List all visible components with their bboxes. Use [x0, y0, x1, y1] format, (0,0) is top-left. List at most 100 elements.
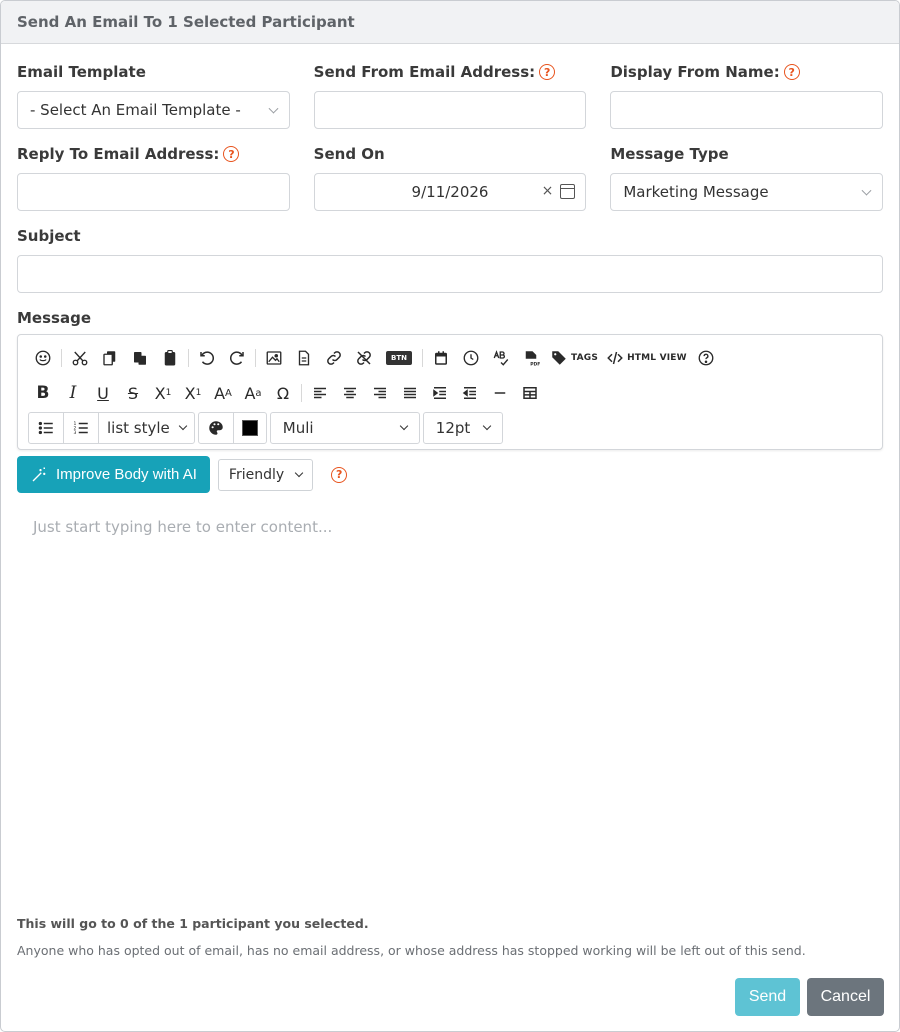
clock-icon[interactable]	[456, 343, 486, 373]
form-row-1: Email Template - Select An Email Templat…	[17, 63, 884, 129]
image-icon[interactable]	[259, 343, 289, 373]
text-color-swatch[interactable]	[234, 413, 266, 443]
toolbar-divider	[255, 349, 256, 367]
tone-select[interactable]: Friendly	[217, 458, 314, 491]
undo-icon[interactable]	[192, 343, 222, 373]
cut-icon[interactable]	[65, 343, 95, 373]
chevron-down-icon	[178, 421, 188, 431]
opt-out-note: Anyone who has opted out of email, has n…	[17, 943, 806, 958]
help-circle-icon[interactable]	[691, 343, 721, 373]
reply-to-label: Reply To Email Address:?	[17, 145, 290, 163]
clear-format-icon[interactable]: Aa	[238, 378, 268, 408]
toolbar-divider	[422, 349, 423, 367]
subject-input[interactable]	[17, 255, 883, 293]
pdf-icon[interactable]: PDF	[516, 343, 546, 373]
superscript-icon[interactable]: X1	[148, 378, 178, 408]
help-icon[interactable]: ?	[331, 466, 348, 483]
font-size-icon[interactable]: AA	[208, 378, 238, 408]
toolbar-row-2: B I U S X1 X1 AA Aa Ω	[28, 378, 872, 408]
calendar-icon[interactable]	[560, 184, 576, 199]
numbered-list-icon[interactable]: 123	[64, 413, 99, 443]
message-type-select[interactable]: Marketing Message	[610, 173, 884, 211]
tags-button[interactable]: TAGS	[546, 343, 602, 373]
improve-body-ai-button[interactable]: Improve Body with AI	[17, 456, 210, 493]
subject-label: Subject	[17, 227, 81, 245]
toolbar-row-3: 123 list style Muli 12pt	[28, 412, 872, 444]
magic-wand-icon	[32, 467, 46, 481]
unlink-icon[interactable]	[349, 343, 379, 373]
send-button[interactable]: Send	[735, 978, 800, 1016]
clear-date-icon[interactable]: ×	[542, 183, 554, 199]
help-icon[interactable]: ?	[783, 64, 800, 80]
indent-icon[interactable]	[425, 378, 455, 408]
link-icon[interactable]	[319, 343, 349, 373]
strikethrough-icon[interactable]: S	[118, 378, 148, 408]
ai-row: Improve Body with AI Friendly ?	[17, 456, 348, 493]
svg-text:PDF: PDF	[530, 362, 540, 368]
display-from-name-input[interactable]	[610, 91, 884, 129]
chevron-down-icon	[861, 185, 872, 196]
italic-icon[interactable]: I	[58, 378, 88, 408]
redo-icon[interactable]	[222, 343, 252, 373]
display-name-group: Display From Name:?	[610, 63, 884, 129]
message-label: Message	[17, 309, 91, 327]
color-swatch	[241, 420, 258, 436]
message-body-editor[interactable]: Just start typing here to enter content.…	[33, 518, 332, 536]
send-from-label: Send From Email Address:?	[314, 63, 587, 81]
message-label-wrap: Message	[17, 309, 883, 337]
subject-group: Subject	[17, 227, 883, 293]
outdent-icon[interactable]	[455, 378, 485, 408]
send-from-group: Send From Email Address:?	[313, 63, 587, 129]
chevron-down-icon	[399, 421, 409, 431]
send-email-modal: Send An Email To 1 Selected Participant …	[0, 0, 900, 1032]
list-group: 123 list style	[28, 412, 195, 444]
btn-badge: BTN	[386, 351, 412, 365]
tag-icon	[552, 351, 566, 365]
modal-header: Send An Email To 1 Selected Participant	[1, 1, 899, 44]
special-char-icon[interactable]: Ω	[268, 378, 298, 408]
modal-title: Send An Email To 1 Selected Participant	[17, 13, 355, 31]
horizontal-rule-icon[interactable]	[485, 378, 515, 408]
toolbar-divider	[301, 384, 302, 402]
insert-button-icon[interactable]: BTN	[379, 343, 419, 373]
bold-icon[interactable]: B	[28, 378, 58, 408]
align-right-icon[interactable]	[365, 378, 395, 408]
underline-icon[interactable]: U	[88, 378, 118, 408]
email-template-label: Email Template	[17, 63, 146, 81]
font-size-select[interactable]: 12pt	[422, 412, 503, 444]
bullet-list-icon[interactable]	[29, 413, 64, 443]
calendar-icon[interactable]	[426, 343, 456, 373]
recipient-count-note: This will go to 0 of the 1 participant y…	[17, 916, 369, 931]
emoji-icon[interactable]	[28, 343, 58, 373]
font-family-select[interactable]: Muli	[269, 412, 420, 444]
document-icon[interactable]	[289, 343, 319, 373]
reply-to-email-input[interactable]	[17, 173, 290, 211]
cancel-button[interactable]: Cancel	[807, 978, 884, 1016]
display-name-label: Display From Name:?	[610, 63, 883, 81]
subscript-icon[interactable]: X1	[178, 378, 208, 408]
send-from-email-input[interactable]	[313, 91, 587, 129]
help-icon[interactable]: ?	[539, 64, 556, 80]
svg-text:3: 3	[74, 430, 77, 436]
chevron-down-icon	[482, 421, 492, 431]
form-row-2: Reply To Email Address:? Send On 9/11/20…	[17, 145, 884, 211]
spellcheck-icon[interactable]	[486, 343, 516, 373]
align-left-icon[interactable]	[305, 378, 335, 408]
align-center-icon[interactable]	[335, 378, 365, 408]
html-view-button[interactable]: HTML VIEW	[602, 343, 691, 373]
chevron-down-icon	[294, 468, 304, 477]
email-template-select[interactable]: - Select An Email Template -	[17, 91, 290, 129]
message-type-label: Message Type	[610, 145, 729, 163]
send-on-date-input[interactable]: 9/11/2026 ×	[313, 173, 587, 211]
copy-icon[interactable]	[95, 343, 125, 373]
message-editor-toolbar: BTN PDF TAGS HTML VIEW B I U S X1 X1 AA	[17, 334, 883, 450]
paste-icon[interactable]	[125, 343, 155, 373]
table-icon[interactable]	[515, 378, 545, 408]
paste-text-icon[interactable]	[155, 343, 185, 373]
help-icon[interactable]: ?	[223, 146, 240, 162]
align-justify-icon[interactable]	[395, 378, 425, 408]
list-style-select[interactable]: list style	[99, 413, 194, 443]
chevron-down-icon	[268, 103, 279, 114]
message-type-group: Message Type Marketing Message	[610, 145, 884, 211]
palette-icon[interactable]	[199, 413, 234, 443]
